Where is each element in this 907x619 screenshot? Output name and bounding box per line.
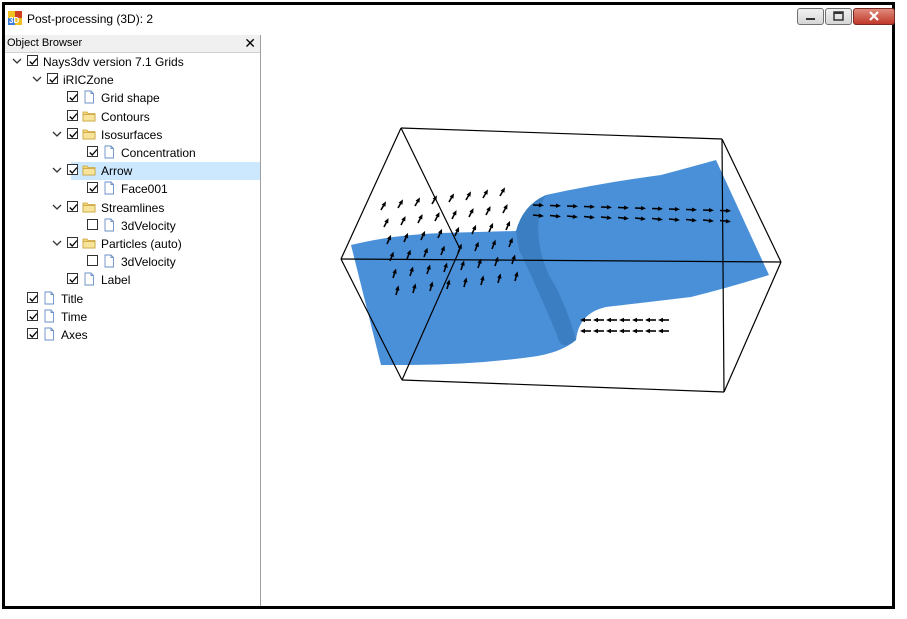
file-icon [102, 181, 116, 195]
chevron-down-icon[interactable] [51, 200, 63, 214]
maximize-button[interactable] [825, 8, 852, 25]
chevron-down-icon[interactable] [51, 127, 63, 141]
chevron-down-icon[interactable] [31, 72, 43, 86]
tree-item[interactable]: 3dVelocity [5, 253, 260, 271]
arrow-head [593, 328, 598, 334]
chevron-down-icon[interactable] [11, 54, 23, 68]
tree-item[interactable]: Time [5, 308, 260, 326]
visibility-checkbox[interactable] [27, 291, 38, 303]
object-browser-header: Object Browser ✕ [5, 35, 260, 53]
tree-item-label: iRICZone [63, 73, 114, 88]
3d-scene[interactable] [261, 35, 891, 607]
file-icon [82, 272, 96, 286]
tree-item-label: Nays3dv version 7.1 Grids [43, 55, 184, 69]
window-title: Post-processing (3D): 2 [27, 12, 154, 26]
file-icon [42, 309, 56, 323]
minimize-button[interactable] [797, 8, 824, 25]
folder-icon [82, 109, 96, 123]
visibility-checkbox[interactable] [67, 273, 78, 285]
chevron-down-icon[interactable] [51, 163, 63, 177]
arrow-head [593, 317, 598, 323]
tree-item[interactable]: iRICZone [5, 71, 260, 89]
tree-item[interactable]: Axes [5, 326, 260, 344]
tree-item[interactable]: Nays3dv version 7.1 Grids [5, 53, 260, 71]
tree-item-label: Time [61, 309, 88, 324]
tree-item[interactable]: Streamlines [5, 199, 260, 217]
tree-item-label: Label [101, 273, 131, 288]
svg-text:3D: 3D [9, 16, 19, 25]
close-window-button[interactable] [853, 8, 895, 25]
tree-item[interactable]: Title [5, 290, 260, 308]
visibility-checkbox[interactable] [67, 91, 78, 103]
file-icon [102, 218, 116, 232]
arrow-head [606, 328, 611, 334]
chevron-down-icon[interactable] [51, 236, 63, 250]
title-bar[interactable]: 3D Post-processing (3D): 2 [5, 5, 895, 32]
tree-item-label: Grid shape [101, 91, 160, 106]
close-pane-icon[interactable]: ✕ [244, 35, 256, 52]
file-icon [102, 145, 116, 159]
close-icon [869, 11, 879, 21]
file-icon [42, 327, 56, 341]
object-browser-title: Object Browser [7, 37, 83, 49]
arrow-head [632, 317, 637, 323]
tree-item-label: Particles (auto) [101, 237, 182, 251]
visibility-checkbox[interactable] [87, 255, 98, 267]
arrow-head [632, 328, 637, 334]
maximize-icon [833, 11, 844, 21]
tree-item-label: Contours [101, 109, 150, 124]
folder-icon [82, 163, 96, 177]
file-icon [102, 254, 116, 268]
arrow-head [645, 317, 650, 323]
visibility-checkbox[interactable] [87, 146, 98, 157]
arrow-head [580, 328, 585, 334]
tree-item-label: Arrow [101, 164, 133, 179]
folder-icon [82, 200, 96, 214]
tree-item-label: Title [61, 291, 84, 306]
tree-item[interactable]: Isosurfaces [5, 126, 260, 144]
file-icon [82, 90, 96, 104]
tree-item-label: Streamlines [101, 200, 165, 215]
tree-item-label: Axes [61, 328, 88, 342]
arrow-head [645, 328, 650, 334]
visibility-checkbox[interactable] [87, 182, 98, 194]
arrow-head [619, 317, 624, 323]
3d-app-icon: 3D [8, 11, 22, 25]
tree-item[interactable]: Particles (auto) [5, 235, 260, 253]
visibility-checkbox[interactable] [67, 127, 78, 139]
tree-item-label: 3dVelocity [121, 218, 176, 233]
file-icon [42, 291, 56, 305]
arrow-head [658, 328, 663, 334]
tree-item[interactable]: Face001 [5, 180, 260, 198]
visibility-checkbox[interactable] [27, 55, 38, 66]
tree-item[interactable]: 3dVelocity [5, 217, 260, 235]
visibility-checkbox[interactable] [67, 237, 78, 248]
minimize-icon [806, 18, 815, 20]
visibility-checkbox[interactable] [67, 164, 78, 176]
tree-item[interactable]: Label [5, 271, 260, 289]
folder-icon [82, 127, 96, 141]
arrow-head [658, 317, 663, 323]
object-browser-pane: Object Browser ✕ Nays3dv version 7.1 Gri… [5, 35, 261, 606]
post-processing-window: 3D Post-processing (3D): 2 Object Browse… [2, 2, 895, 609]
visibility-checkbox[interactable] [27, 328, 38, 339]
arrow-head [606, 317, 611, 323]
visibility-checkbox[interactable] [27, 309, 38, 321]
tree-item-label: Concentration [121, 146, 196, 160]
tree-item-label: Face001 [121, 182, 168, 197]
tree-item[interactable]: Concentration [5, 144, 260, 162]
tree-item[interactable]: Grid shape [5, 89, 260, 107]
folder-icon [82, 236, 96, 250]
tree-item-label: Isosurfaces [101, 127, 163, 142]
arrow-head [619, 328, 624, 334]
visibility-checkbox[interactable] [67, 200, 78, 212]
tree-item-label: 3dVelocity [121, 255, 176, 270]
visibility-checkbox[interactable] [87, 218, 98, 230]
3d-viewport[interactable] [261, 35, 892, 606]
tree-item[interactable]: Contours [5, 108, 260, 126]
tree-item[interactable]: Arrow [5, 162, 260, 181]
visibility-checkbox[interactable] [47, 73, 58, 85]
visibility-checkbox[interactable] [67, 109, 78, 121]
